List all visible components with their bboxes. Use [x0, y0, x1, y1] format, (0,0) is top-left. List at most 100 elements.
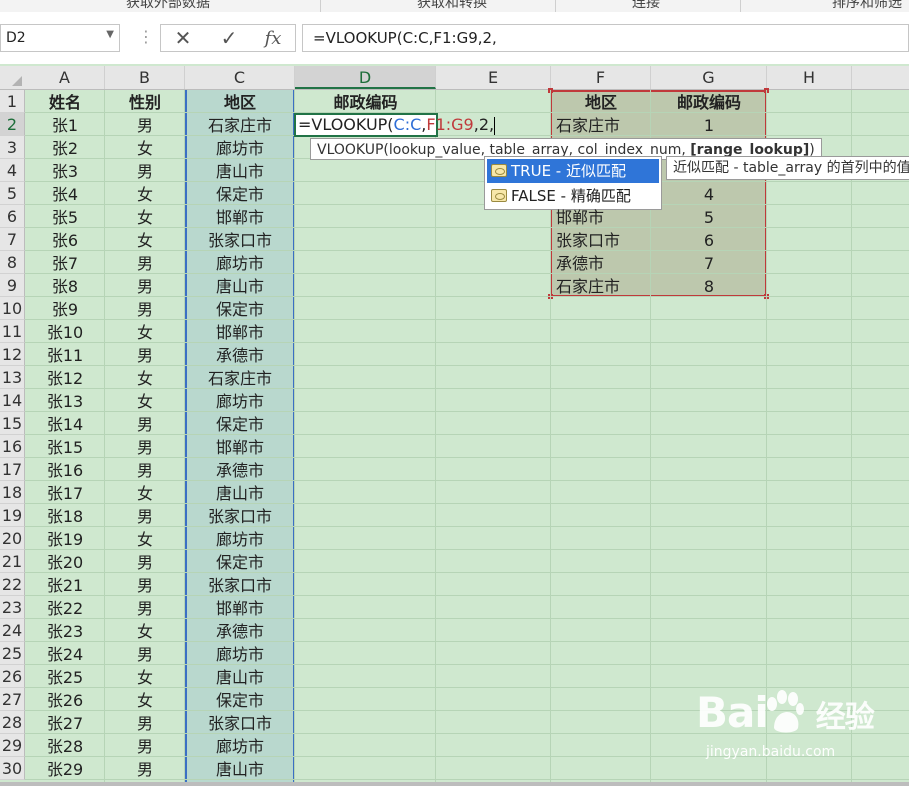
- cell-lookup-code[interactable]: 8: [651, 275, 767, 298]
- row-header-8[interactable]: 8: [0, 251, 25, 274]
- cell-region[interactable]: 邯郸市: [185, 321, 295, 344]
- cell-gender[interactable]: 女: [105, 666, 185, 689]
- cell-gender[interactable]: 男: [105, 275, 185, 298]
- cell-region[interactable]: 张家口市: [185, 229, 295, 252]
- cell-gender[interactable]: 男: [105, 459, 185, 482]
- cell-name[interactable]: 张29: [25, 758, 105, 781]
- cell-name[interactable]: 张10: [25, 321, 105, 344]
- row-header-27[interactable]: 27: [0, 688, 25, 711]
- cell-name[interactable]: 张5: [25, 206, 105, 229]
- cell-gender[interactable]: 女: [105, 367, 185, 390]
- cell-lookup-region[interactable]: 邯郸市: [556, 206, 651, 229]
- cell-gender[interactable]: 男: [105, 574, 185, 597]
- formula-input[interactable]: =VLOOKUP(C:C,F1:G9,2,: [302, 24, 909, 52]
- cell-name[interactable]: 张24: [25, 643, 105, 666]
- cell-gender[interactable]: 男: [105, 298, 185, 321]
- row-header-7[interactable]: 7: [0, 228, 25, 251]
- cell-name[interactable]: 张8: [25, 275, 105, 298]
- insert-function-icon[interactable]: fx: [258, 24, 288, 52]
- cell-gender[interactable]: 女: [105, 482, 185, 505]
- cell-gender[interactable]: 女: [105, 206, 185, 229]
- row-header-3[interactable]: 3: [0, 136, 25, 159]
- cell-gender[interactable]: 女: [105, 689, 185, 712]
- cell-a1[interactable]: 姓名: [25, 91, 105, 114]
- cell-lookup-region[interactable]: 承德市: [556, 252, 651, 275]
- row-header-22[interactable]: 22: [0, 573, 25, 596]
- cell-gender[interactable]: 男: [105, 505, 185, 528]
- row-header-1[interactable]: 1: [0, 90, 25, 113]
- row-header-25[interactable]: 25: [0, 642, 25, 665]
- chevron-down-icon[interactable]: ▼: [106, 29, 114, 40]
- row-header-24[interactable]: 24: [0, 619, 25, 642]
- cell-gender[interactable]: 男: [105, 712, 185, 735]
- row-header-14[interactable]: 14: [0, 389, 25, 412]
- cell-region[interactable]: 唐山市: [185, 160, 295, 183]
- row-header-20[interactable]: 20: [0, 527, 25, 550]
- cell-name[interactable]: 张17: [25, 482, 105, 505]
- cell-gender[interactable]: 男: [105, 643, 185, 666]
- cell-region[interactable]: 廊坊市: [185, 252, 295, 275]
- row-header-12[interactable]: 12: [0, 343, 25, 366]
- active-cell-formula[interactable]: =VLOOKUP(C:C,F1:G9,2,: [298, 114, 496, 136]
- cell-name[interactable]: 张19: [25, 528, 105, 551]
- ribbon-group-get-transform[interactable]: 获取和转换: [417, 0, 487, 12]
- row-header-11[interactable]: 11: [0, 320, 25, 343]
- cell-lookup-region[interactable]: 石家庄市: [556, 275, 651, 298]
- cell-region[interactable]: 廊坊市: [185, 528, 295, 551]
- cell-name[interactable]: 张26: [25, 689, 105, 712]
- column-header-g[interactable]: G: [651, 66, 767, 89]
- ribbon-group-get-external-data[interactable]: 获取外部数据: [126, 0, 210, 12]
- cell-name[interactable]: 张4: [25, 183, 105, 206]
- cell-name[interactable]: 张23: [25, 620, 105, 643]
- row-header-26[interactable]: 26: [0, 665, 25, 688]
- cell-gender[interactable]: 男: [105, 436, 185, 459]
- cell-name[interactable]: 张20: [25, 551, 105, 574]
- cell-lookup-region[interactable]: 石家庄市: [556, 114, 651, 137]
- name-box[interactable]: D2 ▼: [0, 24, 120, 52]
- cell-region[interactable]: 承德市: [185, 459, 295, 482]
- cell-name[interactable]: 张1: [25, 114, 105, 137]
- column-header-e[interactable]: E: [436, 66, 551, 89]
- cell-gender[interactable]: 男: [105, 413, 185, 436]
- column-header-h[interactable]: H: [767, 66, 852, 89]
- cell-gender[interactable]: 女: [105, 390, 185, 413]
- cell-gender[interactable]: 女: [105, 620, 185, 643]
- cell-region[interactable]: 承德市: [185, 344, 295, 367]
- row-header-18[interactable]: 18: [0, 481, 25, 504]
- row-header-13[interactable]: 13: [0, 366, 25, 389]
- row-header-21[interactable]: 21: [0, 550, 25, 573]
- cell-region[interactable]: 保定市: [185, 689, 295, 712]
- cell-region[interactable]: 廊坊市: [185, 643, 295, 666]
- cell-gender[interactable]: 男: [105, 114, 185, 137]
- row-header-2[interactable]: 2: [0, 113, 25, 136]
- cell-region[interactable]: 保定市: [185, 551, 295, 574]
- column-header-c[interactable]: C: [185, 66, 295, 89]
- cell-name[interactable]: 张11: [25, 344, 105, 367]
- column-header-a[interactable]: A: [25, 66, 105, 89]
- cell-gender[interactable]: 男: [105, 758, 185, 781]
- cell-gender[interactable]: 男: [105, 597, 185, 620]
- cell-name[interactable]: 张2: [25, 137, 105, 160]
- row-header-6[interactable]: 6: [0, 205, 25, 228]
- cell-gender[interactable]: 女: [105, 528, 185, 551]
- cell-gender[interactable]: 男: [105, 344, 185, 367]
- cell-gender[interactable]: 女: [105, 183, 185, 206]
- cell-name[interactable]: 张14: [25, 413, 105, 436]
- cell-name[interactable]: 张9: [25, 298, 105, 321]
- cell-name[interactable]: 张18: [25, 505, 105, 528]
- cell-region[interactable]: 廊坊市: [185, 137, 295, 160]
- row-header-10[interactable]: 10: [0, 297, 25, 320]
- row-header-17[interactable]: 17: [0, 458, 25, 481]
- autocomplete-option-false[interactable]: FALSE - 精确匹配: [487, 184, 659, 208]
- cell-name[interactable]: 张21: [25, 574, 105, 597]
- row-header-19[interactable]: 19: [0, 504, 25, 527]
- cell-name[interactable]: 张27: [25, 712, 105, 735]
- row-header-28[interactable]: 28: [0, 711, 25, 734]
- cell-region[interactable]: 石家庄市: [185, 114, 295, 137]
- row-header-30[interactable]: 30: [0, 757, 25, 780]
- cancel-icon[interactable]: ✕: [168, 24, 198, 52]
- row-header-9[interactable]: 9: [0, 274, 25, 297]
- argument-autocomplete-list[interactable]: TRUE - 近似匹配 FALSE - 精确匹配: [484, 156, 662, 210]
- cell-name[interactable]: 张15: [25, 436, 105, 459]
- cell-region[interactable]: 石家庄市: [185, 367, 295, 390]
